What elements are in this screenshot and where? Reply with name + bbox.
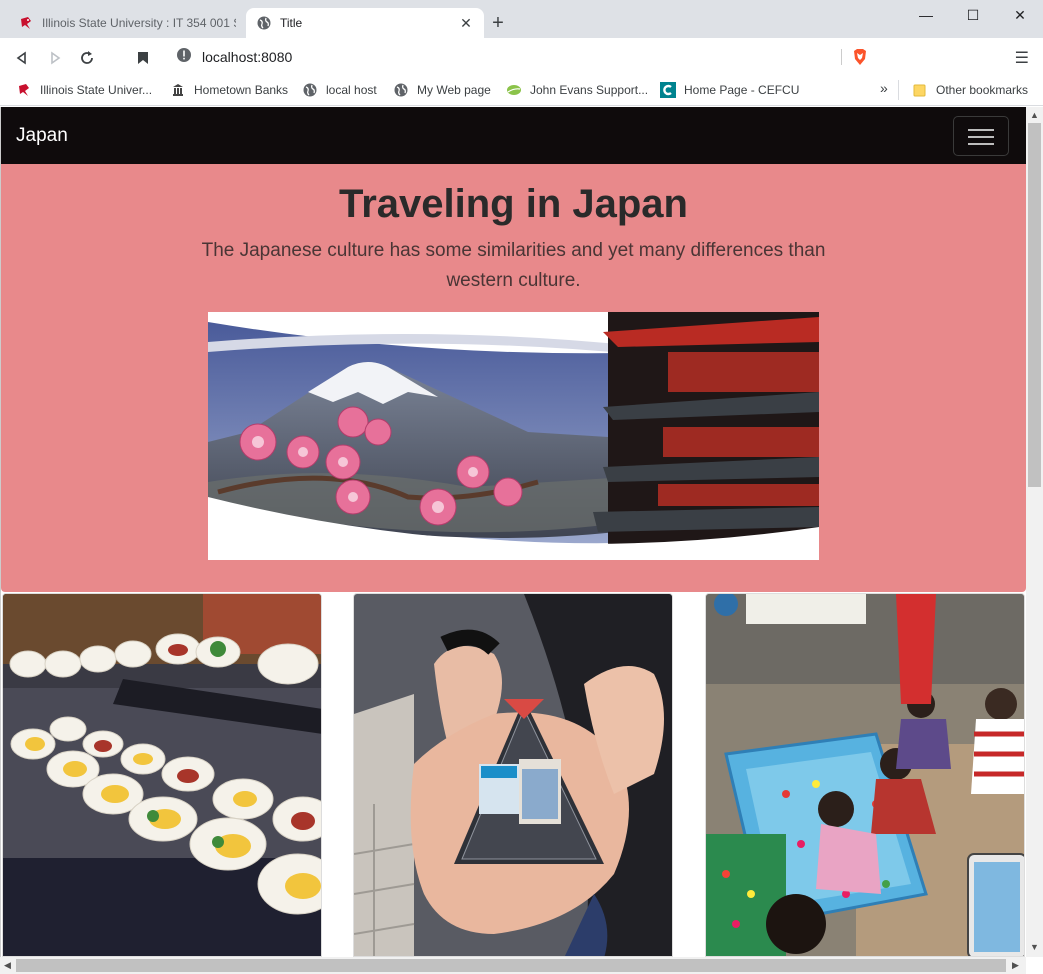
tab-title: Illinois State University : IT 354 001 S…	[42, 16, 236, 30]
hamburger-icon	[968, 129, 994, 131]
bookmark-label: John Evans Support...	[530, 83, 649, 97]
omnibox-divider	[841, 49, 842, 65]
scroll-right-icon[interactable]: ▶	[1012, 960, 1019, 971]
onigiri-in-hand-image	[353, 593, 673, 957]
scroll-up-icon[interactable]: ▲	[1030, 110, 1039, 120]
redbird-icon	[18, 15, 34, 31]
globe-icon	[256, 15, 272, 31]
hero-image-fuji-pagoda	[208, 312, 819, 560]
info-icon[interactable]	[176, 47, 192, 68]
page-title: Traveling in Japan	[338, 182, 688, 226]
food-display-image	[2, 593, 322, 957]
hamburger-icon	[968, 136, 994, 138]
bookmark-label: Other bookmarks	[936, 83, 1029, 97]
new-tab-icon[interactable]: +	[488, 12, 508, 34]
tab-isu[interactable]: Illinois State University : IT 354 001 S…	[8, 8, 246, 38]
page-viewport: Japan Traveling in Japan The Japanese cu…	[0, 107, 1026, 957]
reload-icon[interactable]	[75, 46, 99, 70]
site-navbar: Japan	[1, 107, 1026, 164]
jumbotron: Traveling in Japan The Japanese culture …	[1, 164, 1026, 592]
horizontal-scrollbar[interactable]: ◀ ▶	[0, 957, 1026, 974]
bookmark-hometown-banks[interactable]: Hometown Banks	[170, 82, 288, 98]
url-text: localhost:8080	[202, 49, 293, 65]
bookmark-my-web-page[interactable]: My Web page	[393, 82, 491, 98]
globe-icon	[393, 82, 409, 98]
bookmark-icon[interactable]	[131, 46, 155, 70]
close-tab-icon[interactable]: ✕	[458, 15, 474, 32]
navbar-brand[interactable]: Japan	[16, 125, 68, 147]
maximize-icon[interactable]: ☐	[950, 4, 996, 28]
hamburger-icon	[968, 143, 994, 145]
minimize-icon[interactable]: —	[903, 4, 949, 28]
bookmark-isu[interactable]: Illinois State Univer...	[16, 82, 152, 98]
horizontal-scroll-thumb[interactable]	[16, 959, 1006, 972]
bookmarks-divider	[898, 80, 899, 100]
leaf-icon	[506, 82, 522, 98]
folder-icon	[912, 82, 928, 98]
redbird-icon	[16, 82, 32, 98]
bookmark-cefcu[interactable]: Home Page - CEFCU	[660, 82, 799, 98]
bookmark-label: Home Page - CEFCU	[684, 83, 800, 97]
navbar-toggler[interactable]	[953, 116, 1009, 156]
bookmarks-bar: Illinois State Univer... Hometown Banks …	[0, 76, 1043, 106]
bookmark-label: local host	[326, 83, 377, 97]
bookmark-label: Illinois State Univer...	[40, 83, 153, 97]
scroll-left-icon[interactable]: ◀	[4, 960, 11, 971]
close-window-icon[interactable]: ✕	[997, 4, 1043, 28]
brave-shield-icon[interactable]	[852, 48, 868, 71]
bookmark-john-evans[interactable]: John Evans Support...	[506, 82, 648, 98]
menu-icon[interactable]: ☰	[1015, 48, 1029, 68]
cefcu-icon	[660, 82, 676, 98]
tab-strip: Illinois State University : IT 354 001 S…	[0, 0, 1043, 38]
festival-kids-image	[705, 593, 1025, 957]
forward-icon[interactable]	[43, 46, 67, 70]
globe-icon	[302, 82, 318, 98]
lead-text: The Japanese culture has some similariti…	[201, 240, 826, 291]
tab-title: Title	[280, 16, 303, 30]
tab-title-page[interactable]: Title ✕	[246, 8, 484, 38]
bookmark-label: My Web page	[417, 83, 491, 97]
address-bar[interactable]: localhost:8080	[166, 43, 878, 71]
vertical-scrollbar[interactable]: ▲ ▼	[1026, 107, 1043, 957]
bookmark-label: Hometown Banks	[194, 83, 289, 97]
bank-icon	[170, 82, 186, 98]
vertical-scroll-thumb[interactable]	[1028, 123, 1041, 487]
browser-toolbar: localhost:8080 ☰	[0, 38, 1043, 76]
more-bookmarks-icon[interactable]: »	[880, 80, 888, 96]
other-bookmarks[interactable]: Other bookmarks	[912, 82, 1028, 98]
scroll-down-icon[interactable]: ▼	[1030, 942, 1039, 952]
bookmark-local-host[interactable]: local host	[302, 82, 377, 98]
back-icon[interactable]	[10, 46, 34, 70]
